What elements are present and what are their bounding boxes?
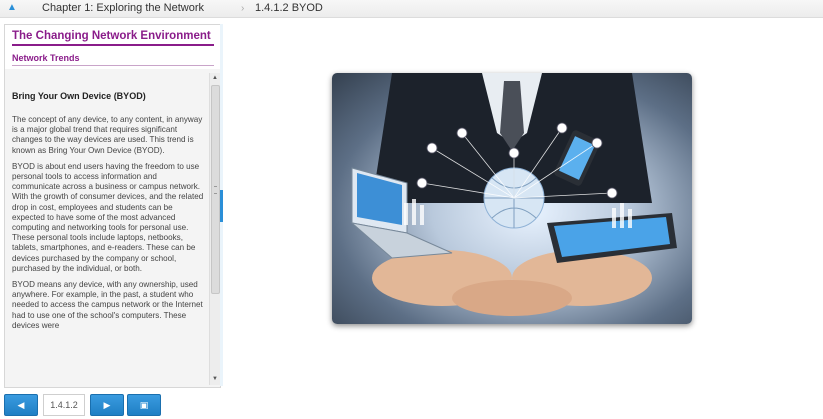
- breadcrumb-section: 1.4.1.2 BYOD: [255, 2, 323, 14]
- module-title: The Changing Network Environment: [12, 30, 214, 46]
- left-arrow-icon: ◀: [17, 400, 25, 410]
- right-arrow-icon: ▶: [103, 400, 111, 410]
- scroll-thumb[interactable]: [211, 85, 220, 294]
- content-panel: The Changing Network Environment Network…: [4, 24, 221, 388]
- paragraph: BYOD means any device, with any ownershi…: [12, 280, 203, 330]
- paragraph: BYOD is about end users having the freed…: [12, 161, 204, 273]
- content-heading: Bring Your Own Device (BYOD): [12, 91, 146, 101]
- module-subtitle: Network Trends: [12, 53, 214, 66]
- page-number: 1.4.1.2: [43, 394, 85, 416]
- previous-page-button[interactable]: ◀: [4, 394, 38, 416]
- divider-handle[interactable]: [220, 190, 223, 222]
- next-page-button[interactable]: ▶: [90, 394, 124, 416]
- content-body: Bring Your Own Device (BYOD) The concept…: [5, 75, 208, 385]
- content-scrollbar[interactable]: ▲ ▼: [209, 73, 220, 385]
- scroll-down-icon[interactable]: ▼: [210, 375, 220, 384]
- grip-icon: [214, 186, 217, 194]
- menu-button[interactable]: ▣: [127, 394, 161, 416]
- breadcrumb-bar: ▲ Chapter 1: Exploring the Network › 1.4…: [0, 0, 823, 18]
- businessman-devices-image: [350, 73, 677, 316]
- byod-illustration: [332, 73, 692, 324]
- paragraph: The concept of any device, to any conten…: [12, 115, 203, 155]
- content-text: The concept of any device, to any conten…: [12, 115, 204, 337]
- home-icon[interactable]: ▲: [4, 1, 20, 15]
- panel-header: The Changing Network Environment Network…: [5, 25, 220, 69]
- breadcrumb-separator-icon: ›: [241, 3, 245, 14]
- menu-icon: ▣: [139, 400, 149, 410]
- breadcrumb-chapter[interactable]: Chapter 1: Exploring the Network: [42, 0, 204, 17]
- scroll-up-icon[interactable]: ▲: [210, 74, 220, 83]
